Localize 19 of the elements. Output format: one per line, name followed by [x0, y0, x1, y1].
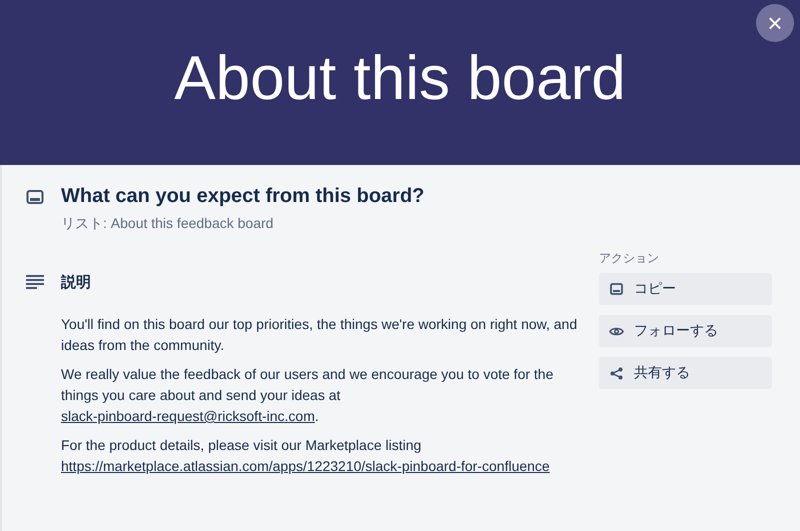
description-paragraph: You'll find on this board our top priorities, the things we're working on right now, and ideas from the community. [61, 315, 578, 355]
copy-button[interactable]: コピー [599, 273, 772, 305]
cover-title: About this board [174, 43, 626, 114]
card-title: What can you expect from this board? [61, 185, 424, 208]
list-label: リスト: About this feedback board [61, 215, 274, 233]
share-button[interactable]: 共有する [599, 357, 772, 389]
card-icon [610, 283, 623, 295]
text-lines-icon [26, 275, 44, 289]
description-paragraph: We really value the feedback of our users and we encourage you to vote for the things you care about and send your ideas at slack-pinboard-request@ricksoft-inc.com. [61, 365, 554, 426]
link[interactable]: https://marketplace.atlassian.com/apps/1223210/slack-pinboard-for-confluence [61, 458, 550, 474]
actions-heading: アクション [599, 250, 660, 267]
eye-icon [609, 326, 624, 336]
description-heading: 説明 [61, 273, 92, 292]
link[interactable]: slack-pinboard-request@ricksoft-inc.com [61, 408, 315, 424]
description-paragraph: For the product details, please visit our Marketplace listing https://marketplace.atlassian.com/apps/1223210/slack-pinboard-for-confluence [61, 436, 551, 476]
close-button[interactable]: × [756, 4, 794, 42]
card-icon [26, 189, 44, 205]
share-icon [610, 366, 623, 380]
follow-button[interactable]: フォローする [599, 315, 772, 347]
